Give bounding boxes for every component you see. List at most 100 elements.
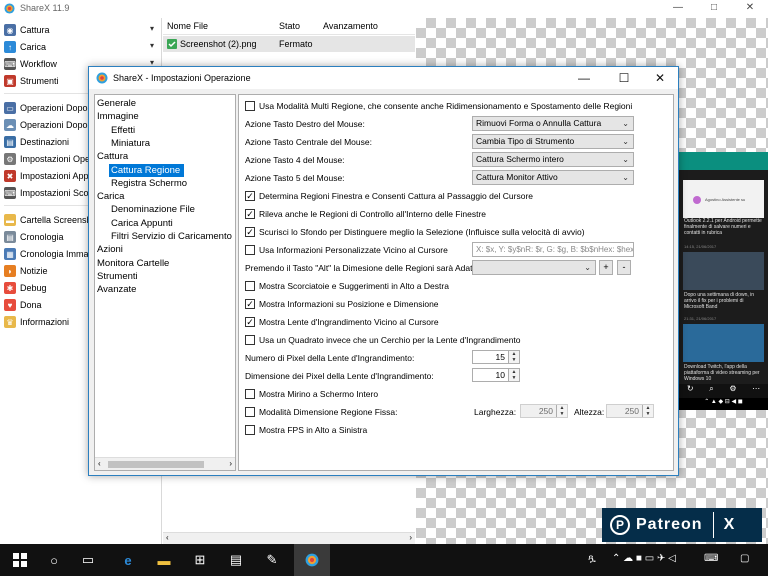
tray-icons[interactable]: ⌃ ☁ ■ ▭ ✈ ◁ bbox=[612, 553, 676, 564]
magnifier-label: Mostra Lente d'Ingrandimento Vicino al C… bbox=[259, 317, 439, 327]
camera-icon: ◉ bbox=[4, 24, 16, 36]
tree-item[interactable]: Miniatura bbox=[109, 137, 154, 150]
main-minimize-button[interactable]: — bbox=[660, 0, 696, 17]
magnifier-pixel-size-stepper[interactable]: 10 ▲ ▼ bbox=[472, 368, 520, 382]
tree-item[interactable]: Registra Schermo bbox=[109, 177, 191, 190]
dialog-minimize-button[interactable]: — bbox=[569, 69, 599, 87]
detect-controls-label: Rileva anche le Regioni di Controllo all… bbox=[259, 209, 486, 219]
task-settings-dialog: ShareX - Impostazioni Operazione — ☐ ✕ ‹… bbox=[88, 66, 679, 476]
square-magnifier-label: Usa un Quadrato invece che un Cerchio pe… bbox=[259, 335, 521, 345]
tree-item[interactable]: Monitora Cartelle bbox=[95, 257, 173, 270]
scroll-right-icon[interactable]: › bbox=[229, 459, 232, 468]
file-list-scrollbar[interactable]: ‹ › bbox=[163, 532, 415, 544]
tree-item[interactable]: Cattura Regione bbox=[109, 163, 185, 177]
sidebar-item[interactable]: ◉ Cattura ▾ bbox=[4, 22, 160, 38]
scrollbar-thumb[interactable] bbox=[108, 461, 204, 468]
fixed-size-checkbox[interactable] bbox=[245, 407, 255, 417]
position-info-checkbox[interactable]: ✓ bbox=[245, 299, 255, 309]
destinations-icon: ▤ bbox=[4, 136, 16, 148]
mouse4-action-select[interactable]: Cattura Schermo intero ⌄ bbox=[472, 152, 634, 167]
width-stepper[interactable]: 250 ▲ ▼ bbox=[520, 404, 568, 418]
middle-click-action-select[interactable]: Cambia Tipo di Strumento ⌄ bbox=[472, 134, 634, 149]
sidebar-item[interactable]: ↑ Carica ▾ bbox=[4, 39, 160, 55]
sidebar-item-label: Operazioni Dopo bbox=[20, 103, 88, 113]
add-button[interactable]: + bbox=[599, 260, 613, 275]
column-header-status[interactable]: Stato bbox=[279, 21, 300, 31]
column-header-progress[interactable]: Avanzamento bbox=[323, 21, 378, 31]
patreon-close-button[interactable]: X bbox=[724, 516, 735, 534]
refresh-icon[interactable]: ↻ bbox=[687, 384, 694, 398]
pen-icon[interactable]: ✎ bbox=[264, 552, 280, 568]
task-view-icon[interactable]: ▭ bbox=[80, 552, 96, 568]
tree-item[interactable]: Carica Appunti bbox=[109, 217, 177, 230]
shortcuts-hints-label: Mostra Scorciatoie e Suggerimenti in Alt… bbox=[259, 281, 449, 291]
document-icon[interactable]: ▤ bbox=[228, 552, 244, 568]
file-list-row[interactable]: Screenshot (2).png Fermato bbox=[163, 36, 415, 52]
patreon-logo-icon: P bbox=[610, 515, 630, 535]
sidebar-item-label: Strumenti bbox=[20, 76, 59, 86]
notification-tray-strip: ⌃ ▲ ◆ ⊟ ◀ ◼ bbox=[679, 398, 768, 410]
remove-button[interactable]: - bbox=[617, 260, 631, 275]
file-status: Fermato bbox=[279, 39, 313, 49]
crosshair-checkbox[interactable] bbox=[245, 389, 255, 399]
action-center-icon[interactable]: ▢ bbox=[740, 553, 749, 564]
column-header-name[interactable]: Nome File bbox=[167, 21, 208, 31]
custom-info-checkbox[interactable] bbox=[245, 245, 255, 255]
tree-item[interactable]: Cattura bbox=[95, 150, 132, 163]
main-maximize-button[interactable]: □ bbox=[696, 0, 732, 17]
stepper-arrows-icon[interactable]: ▲ ▼ bbox=[508, 369, 519, 381]
dialog-close-button[interactable]: ✕ bbox=[645, 69, 675, 87]
stepper-arrows-icon[interactable]: ▲ ▼ bbox=[642, 405, 653, 417]
main-window-title: ShareX 11.9 bbox=[20, 3, 70, 13]
tree-item[interactable]: Azioni bbox=[95, 243, 127, 256]
custom-info-input[interactable]: X: $x, Y: $y$nR: $r, G: $g, B: $b$nHex: … bbox=[472, 242, 634, 257]
scroll-right-icon[interactable]: › bbox=[409, 533, 412, 542]
search-icon[interactable]: ⌕ bbox=[709, 384, 713, 398]
stepper-arrows-icon[interactable]: ▲ ▼ bbox=[508, 351, 519, 363]
notification-image bbox=[683, 252, 764, 290]
notification-card[interactable]: Agostino Assistente su bbox=[683, 180, 764, 218]
detect-windows-checkbox[interactable]: ✓ bbox=[245, 191, 255, 201]
patreon-banner[interactable]: P Patreon X bbox=[602, 508, 762, 542]
keyboard-icon[interactable]: ⌨ bbox=[704, 553, 718, 564]
tree-item[interactable]: Filtri Servizio di Caricamento bbox=[109, 230, 235, 243]
heart-icon: ♥ bbox=[4, 299, 16, 311]
file-explorer-icon[interactable]: ▬ bbox=[156, 552, 172, 568]
tree-item[interactable]: Immagine bbox=[95, 110, 143, 123]
edge-icon[interactable]: e bbox=[120, 552, 136, 568]
tree-item[interactable]: Carica bbox=[95, 190, 128, 203]
people-icon[interactable]: ጿ bbox=[588, 553, 596, 564]
shortcuts-hints-checkbox[interactable] bbox=[245, 281, 255, 291]
dialog-maximize-button[interactable]: ☐ bbox=[609, 69, 639, 87]
right-click-action-select[interactable]: Rimuovi Forma o Annulla Cattura ⌄ bbox=[472, 116, 634, 131]
alt-key-select[interactable]: ⌄ bbox=[472, 260, 596, 275]
mouse5-action-select[interactable]: Cattura Monitor Attivo ⌄ bbox=[472, 170, 634, 185]
keyboard-icon: ⌨ bbox=[4, 58, 16, 70]
stepper-arrows-icon[interactable]: ▲ ▼ bbox=[556, 405, 567, 417]
scroll-left-icon[interactable]: ‹ bbox=[98, 459, 101, 468]
scroll-left-icon[interactable]: ‹ bbox=[166, 533, 169, 542]
alt-key-label: Premendo il Tasto "Alt" la Dimesione del… bbox=[245, 263, 487, 273]
tree-item[interactable]: Denominazione File bbox=[109, 203, 199, 216]
gear-icon[interactable]: ⚙ bbox=[729, 384, 736, 398]
windows-start-icon[interactable] bbox=[12, 552, 28, 568]
detect-controls-checkbox[interactable]: ✓ bbox=[245, 209, 255, 219]
magnifier-checkbox[interactable]: ✓ bbox=[245, 317, 255, 327]
tree-scrollbar[interactable]: ‹ › bbox=[95, 457, 235, 470]
square-magnifier-checkbox[interactable] bbox=[245, 335, 255, 345]
search-circle-icon[interactable]: ○ bbox=[46, 552, 62, 568]
store-icon[interactable]: ⊞ bbox=[192, 552, 208, 568]
dim-background-checkbox[interactable]: ✓ bbox=[245, 227, 255, 237]
sharex-icon[interactable] bbox=[304, 552, 320, 568]
multi-region-checkbox[interactable] bbox=[245, 101, 255, 111]
tree-item[interactable]: Avanzate bbox=[95, 283, 140, 296]
magnifier-pixel-count-stepper[interactable]: 15 ▲ ▼ bbox=[472, 350, 520, 364]
sidebar-item-label: Operazioni Dopo bbox=[20, 120, 88, 130]
tree-item[interactable]: Strumenti bbox=[95, 270, 142, 283]
tree-item[interactable]: Effetti bbox=[109, 124, 139, 137]
tree-item[interactable]: Generale bbox=[95, 97, 140, 110]
height-stepper[interactable]: 250 ▲ ▼ bbox=[606, 404, 654, 418]
more-icon[interactable]: ⋯ bbox=[752, 384, 760, 398]
main-close-button[interactable]: ✕ bbox=[732, 0, 768, 17]
fps-checkbox[interactable] bbox=[245, 425, 255, 435]
